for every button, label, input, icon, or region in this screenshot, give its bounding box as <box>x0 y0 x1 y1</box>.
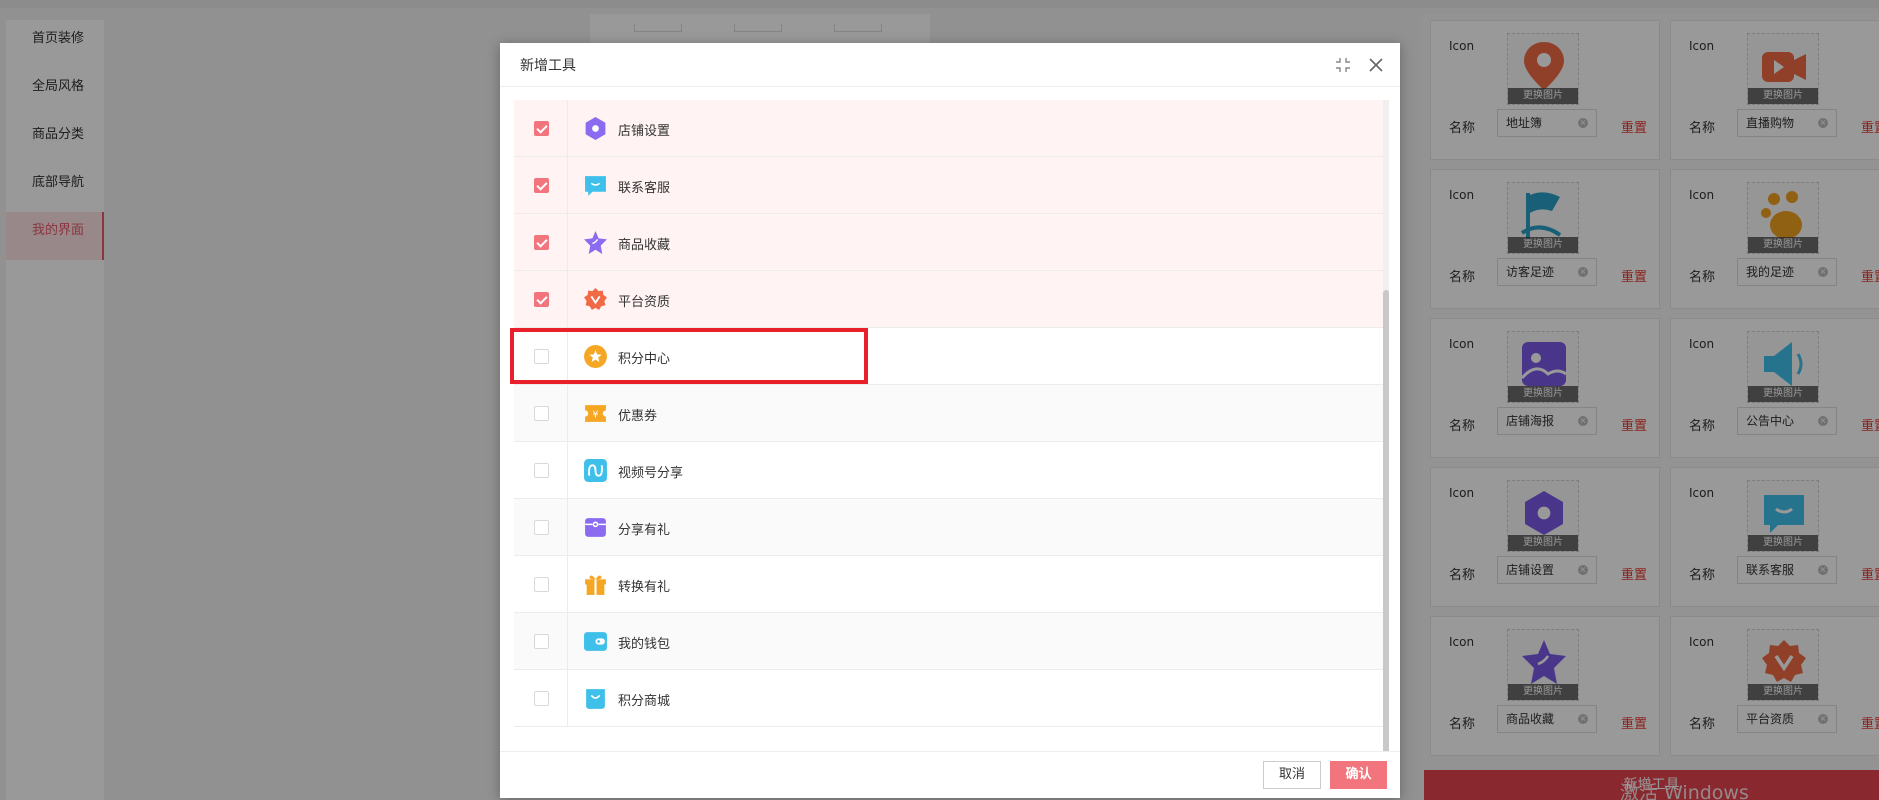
tool-label: 优惠券 <box>618 409 658 424</box>
tool-label: 我的钱包 <box>618 637 671 652</box>
cell-divider <box>567 556 568 613</box>
cancel-button[interactable]: 取消 <box>1263 761 1321 789</box>
tool-checkbox[interactable] <box>534 292 549 307</box>
cell-divider <box>567 100 568 157</box>
badge-icon <box>583 287 608 312</box>
cell-divider <box>567 157 568 214</box>
tool-label: 平台资质 <box>618 295 671 310</box>
tool-checkbox[interactable] <box>534 520 549 535</box>
cell-divider <box>567 214 568 271</box>
tool-row[interactable]: 店铺设置 <box>514 100 1383 157</box>
tool-label: 分享有礼 <box>618 523 671 538</box>
shopping-bag-icon <box>583 686 608 711</box>
tool-checkbox[interactable] <box>534 121 549 136</box>
tool-row[interactable]: 平台资质 <box>514 271 1383 328</box>
star-icon <box>583 230 608 255</box>
tool-list: 店铺设置 联系客服 商品收藏 平台资质 积分中心 ¥ 优惠券 视频号分享 分享有礼 转换有礼 我的钱… <box>514 100 1383 764</box>
dialog-scrollbar[interactable] <box>1383 100 1389 764</box>
tool-label: 联系客服 <box>618 181 671 196</box>
share-gift-icon <box>583 515 608 540</box>
coupon-icon: ¥ <box>583 401 608 426</box>
channel-share-icon <box>583 458 608 483</box>
cell-divider <box>567 271 568 328</box>
confirm-button[interactable]: 确认 <box>1330 761 1387 789</box>
tool-label: 店铺设置 <box>618 124 671 139</box>
tool-row[interactable]: 转换有礼 <box>514 556 1383 613</box>
tool-label: 视频号分享 <box>618 466 684 481</box>
close-icon[interactable] <box>1366 55 1386 75</box>
scrollbar-thumb[interactable] <box>1383 290 1389 764</box>
add-tool-dialog: 新增工具 店铺设置 联系客服 商品收藏 平台资质 积分中心 ¥ 优惠券 视频号分享 分享有礼 转换… <box>500 43 1400 798</box>
cell-divider <box>567 385 568 442</box>
tool-label: 商品收藏 <box>618 238 671 253</box>
tool-checkbox[interactable] <box>534 463 549 478</box>
tool-row[interactable]: 我的钱包 <box>514 613 1383 670</box>
maximize-icon[interactable] <box>1334 56 1352 74</box>
highlight-box <box>510 328 868 384</box>
tool-checkbox[interactable] <box>534 691 549 706</box>
tool-row[interactable]: 积分商城 <box>514 670 1383 727</box>
tool-row[interactable]: 联系客服 <box>514 157 1383 214</box>
tool-checkbox[interactable] <box>534 178 549 193</box>
tool-label: 积分商城 <box>618 694 671 709</box>
tool-row[interactable]: 商品收藏 <box>514 214 1383 271</box>
tool-checkbox[interactable] <box>534 634 549 649</box>
svg-text:¥: ¥ <box>593 410 599 421</box>
tool-row[interactable]: 视频号分享 <box>514 442 1383 499</box>
dialog-header: 新增工具 <box>500 43 1400 87</box>
tool-row[interactable]: ¥ 优惠券 <box>514 385 1383 442</box>
gift-box-icon <box>583 572 608 597</box>
cell-divider <box>567 442 568 499</box>
tool-row[interactable]: 分享有礼 <box>514 499 1383 556</box>
tool-checkbox[interactable] <box>534 577 549 592</box>
tool-label: 转换有礼 <box>618 580 671 595</box>
cell-divider <box>567 499 568 556</box>
chat-bubble-icon <box>583 173 608 198</box>
tool-checkbox[interactable] <box>534 235 549 250</box>
dialog-title: 新增工具 <box>520 58 576 74</box>
tool-checkbox[interactable] <box>534 406 549 421</box>
cell-divider <box>567 613 568 670</box>
wallet-icon <box>583 629 608 654</box>
cell-divider <box>567 670 568 727</box>
hexagon-icon <box>583 116 608 141</box>
